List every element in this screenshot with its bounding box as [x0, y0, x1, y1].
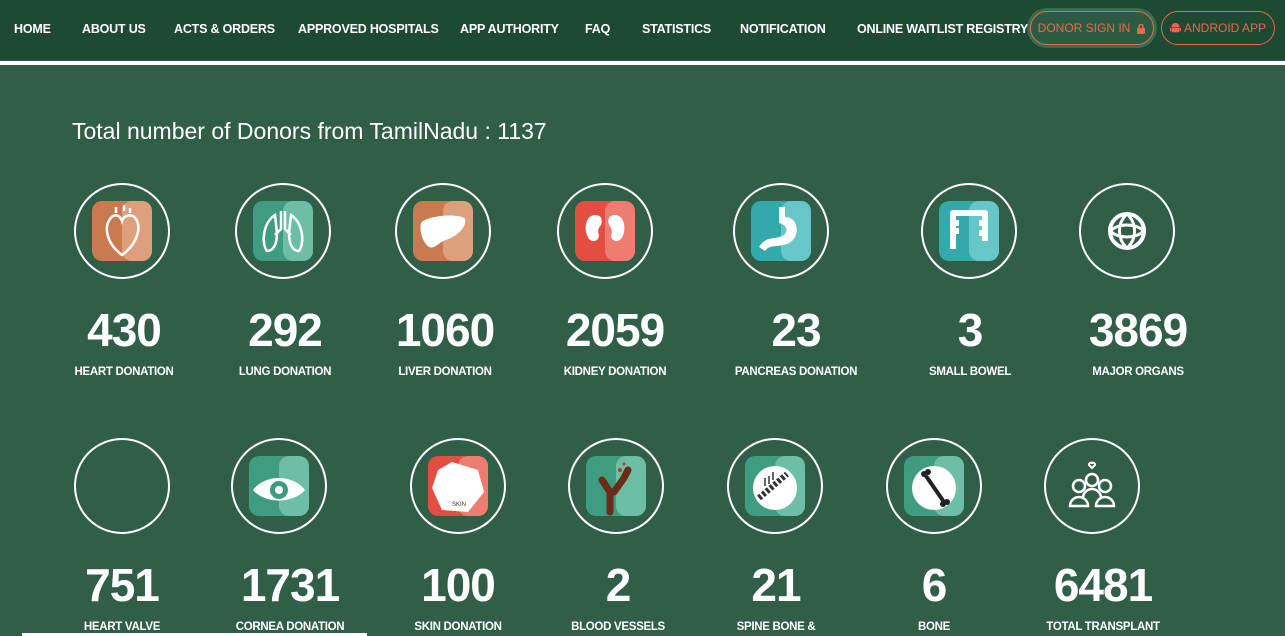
total-donors-heading: Total number of Donors from TamilNadu : … [72, 118, 547, 144]
pancreas-donation-count: 23 [771, 304, 821, 356]
organs-globe-icon [1079, 183, 1175, 279]
people-icon [1044, 438, 1140, 534]
major-organs-count: 3869 [1088, 304, 1188, 356]
kidney-donation-count: 2059 [565, 304, 665, 356]
android-icon [1169, 23, 1181, 33]
nav-home[interactable]: HOME [14, 22, 51, 36]
nav-approved-hospitals[interactable]: APPROVED HOSPITALS [298, 22, 439, 36]
kidney-donation-label: KIDNEY DONATION [563, 366, 667, 378]
android-app-label: ANDROID APP [1183, 21, 1267, 35]
skin-icon: SKIN [410, 438, 506, 534]
nav-faq[interactable]: FAQ [585, 22, 610, 36]
blood-vessel-icon [568, 438, 664, 534]
spine-icon [727, 438, 823, 534]
kidney-icon [557, 183, 653, 279]
top-navigation: HOME ABOUT US ACTS & ORDERS APPROVED HOS… [0, 0, 1285, 60]
bowel-icon [921, 183, 1017, 279]
nav-about-us[interactable]: ABOUT US [82, 22, 146, 36]
donor-sign-in-button[interactable]: DONOR SIGN IN [1030, 11, 1154, 45]
nav-app-authority[interactable]: APP AUTHORITY [460, 22, 559, 36]
nav-divider [0, 61, 1285, 65]
bone-icon [886, 438, 982, 534]
nav-online-waitlist-registry[interactable]: ONLINE WAITLIST REGISTRY [857, 22, 1028, 36]
lock-icon [1137, 23, 1146, 34]
total-transplant-count: 6481 [1053, 559, 1153, 611]
nav-notification[interactable]: NOTIFICATION [740, 22, 826, 36]
pancreas-donation-label: PANCREAS DONATION [734, 366, 858, 378]
major-organs-label: MAJOR ORGANS [1092, 366, 1184, 378]
donor-sign-in-label: DONOR SIGN IN [1037, 21, 1131, 35]
skin-icon-label: SKIN [452, 502, 466, 508]
stomach-icon [733, 183, 829, 279]
nav-statistics[interactable]: STATISTICS [642, 22, 711, 36]
android-app-button[interactable]: ANDROID APP [1161, 11, 1275, 45]
liver-icon [395, 183, 491, 279]
heart-icon [74, 183, 170, 279]
eye-icon [231, 438, 327, 534]
lungs-icon [235, 183, 331, 279]
total-transplant-label: TOTAL TRANSPLANT [1046, 621, 1160, 633]
nav-acts-orders[interactable]: ACTS & ORDERS [174, 22, 275, 36]
heart-valve-icon [74, 438, 170, 534]
